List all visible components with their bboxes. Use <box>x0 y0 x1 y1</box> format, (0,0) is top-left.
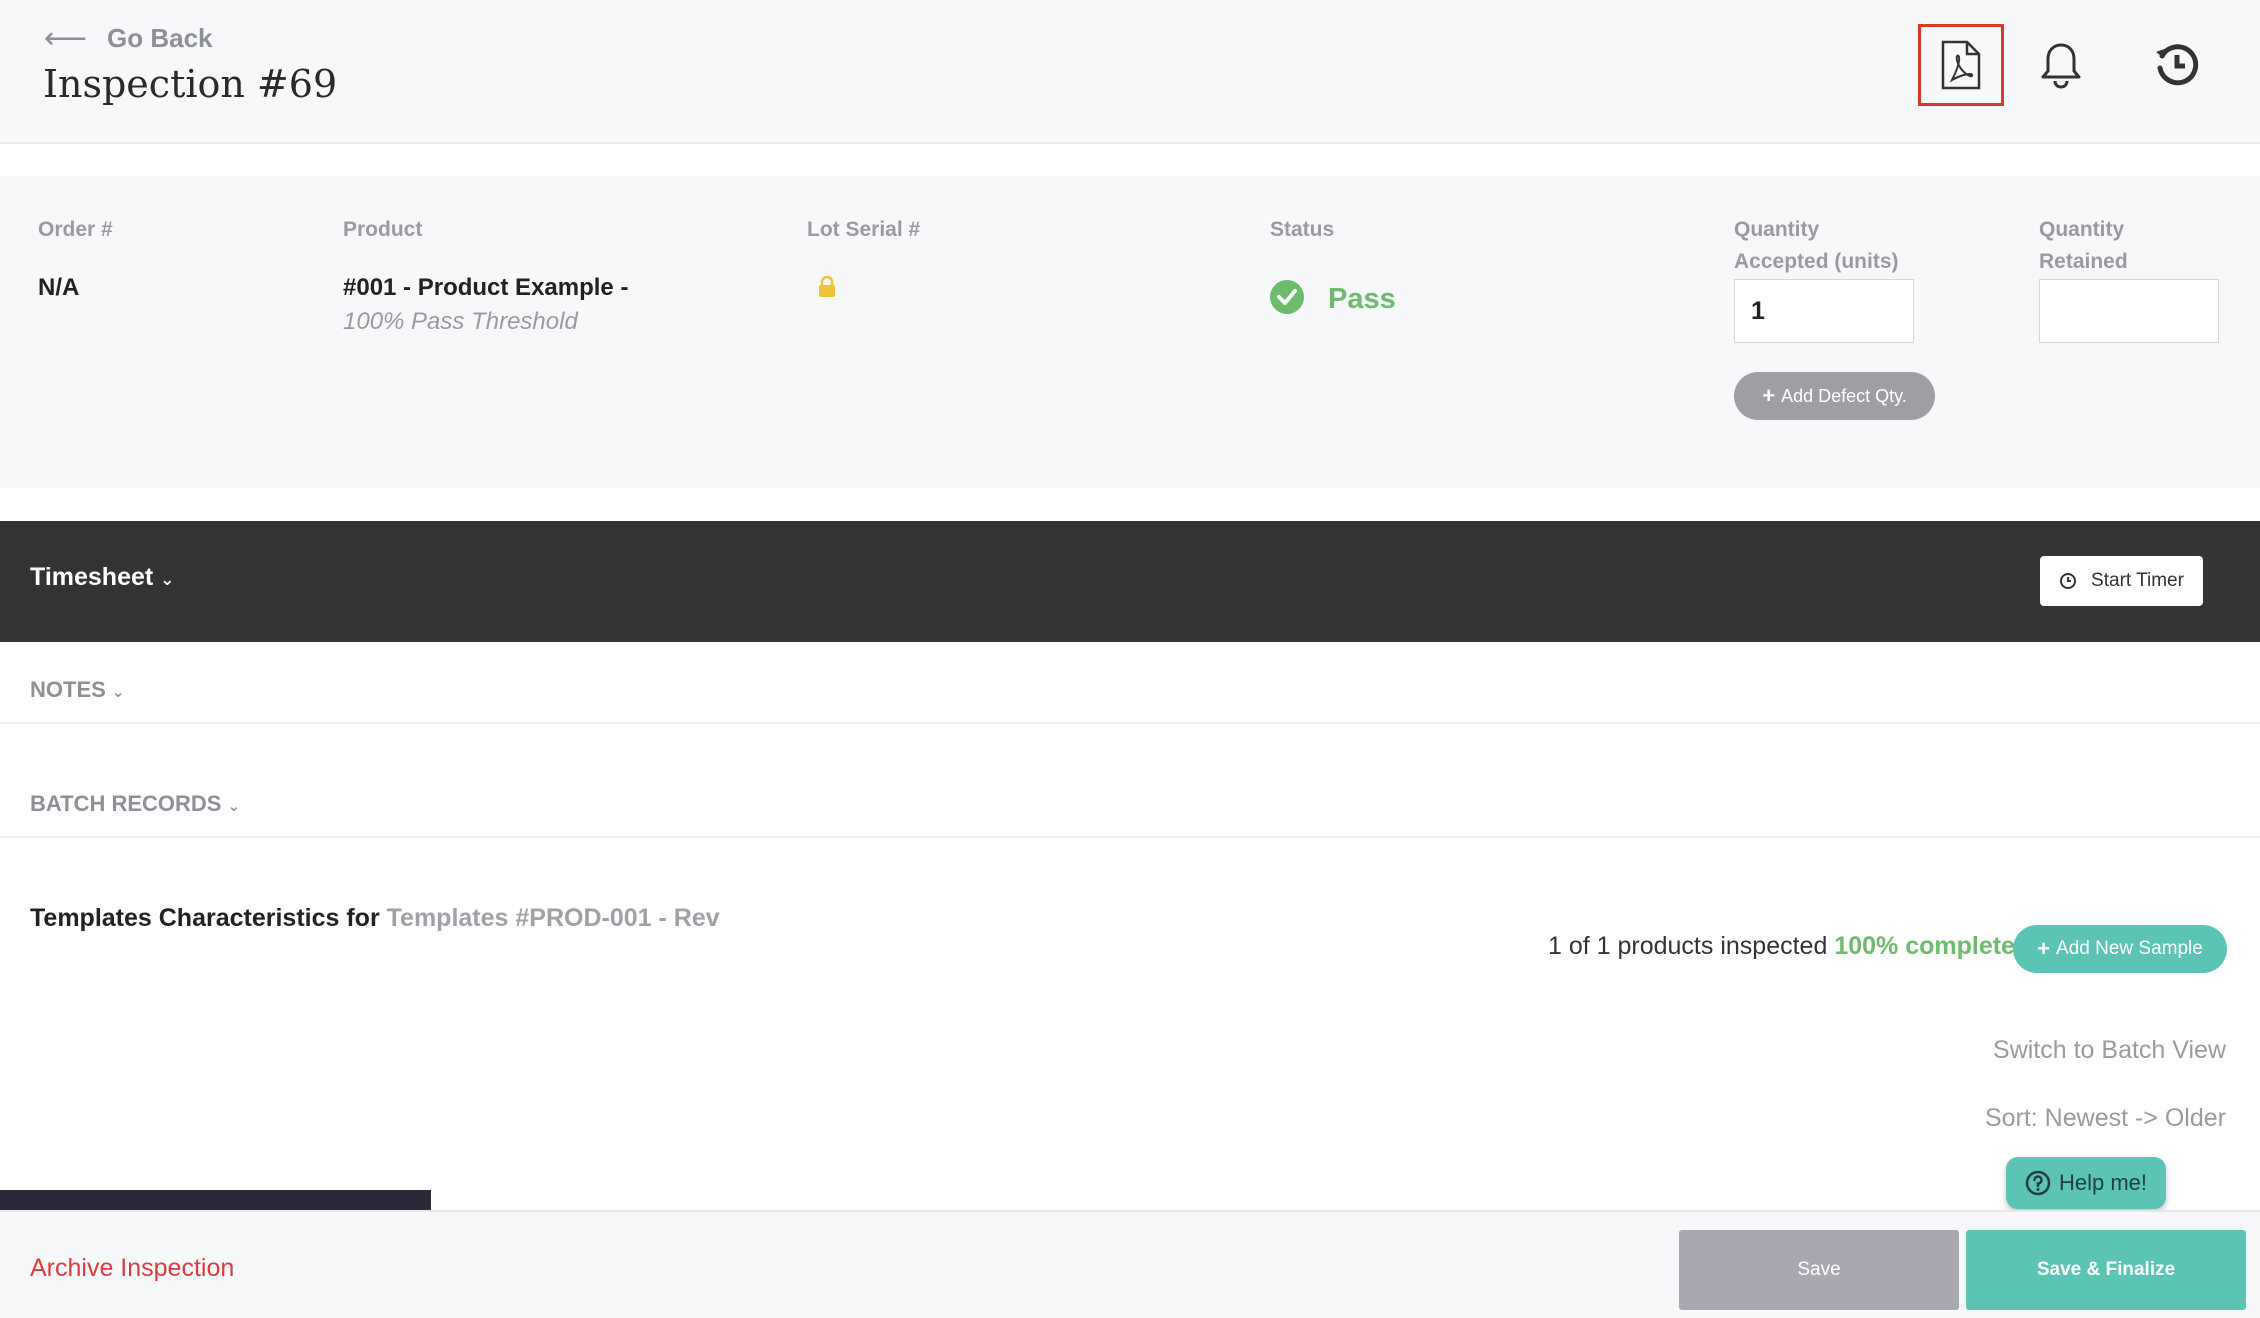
help-label: Help me! <box>2058 1170 2148 1195</box>
template-name: Templates #PROD-001 - Rev <box>386 904 720 932</box>
bell-icon <box>2041 43 2081 89</box>
save-finalize-button[interactable]: Save & Finalize <box>1966 1230 2246 1310</box>
go-back-link[interactable]: ⟵ Go Back <box>44 20 213 56</box>
chevron-down-icon: ⌄ <box>227 798 241 815</box>
product-label: Product <box>343 218 423 241</box>
notifications-button[interactable] <box>2018 24 2104 106</box>
templates-heading: Templates Characteristics for Templates … <box>30 904 720 933</box>
start-timer-button[interactable]: Start Timer <box>2040 556 2203 606</box>
order-value: N/A <box>38 274 80 301</box>
qty-retained-input[interactable] <box>2039 279 2219 343</box>
qty-retained-label: Quantity Retained <box>2039 214 2128 278</box>
add-defect-qty-button[interactable]: + Add Defect Qty. <box>1734 372 1935 420</box>
batch-records-toggle[interactable]: BATCH RECORDS ⌄ <box>30 791 240 817</box>
timesheet-toggle[interactable]: Timesheet ⌄ <box>30 563 174 592</box>
notes-toggle[interactable]: NOTES ⌄ <box>30 677 125 703</box>
plus-icon: + <box>1762 383 1776 408</box>
divider <box>0 836 2260 838</box>
status-value: Pass <box>1328 283 1396 315</box>
pdf-export-button[interactable] <box>1918 24 2004 106</box>
page-header: ⟵ Go Back Inspection #69 <box>0 0 2260 144</box>
archive-inspection-link[interactable]: Archive Inspection <box>30 1254 234 1283</box>
pdf-icon <box>1941 40 1981 90</box>
product-value: #001 - Product Example - <box>343 274 629 301</box>
clock-icon <box>2060 573 2077 589</box>
lot-serial-label: Lot Serial # <box>807 218 921 241</box>
history-button[interactable] <box>2134 24 2220 106</box>
divider <box>0 722 2260 724</box>
status-label: Status <box>1270 218 1335 241</box>
qty-accepted-label-line2: Accepted (units) <box>1734 250 1899 273</box>
batch-records-label: BATCH RECORDS <box>30 791 222 816</box>
sort-toggle[interactable]: Sort: Newest -> Older <box>1985 1104 2226 1133</box>
start-timer-label: Start Timer <box>2091 570 2184 591</box>
add-new-sample-button[interactable]: + Add New Sample <box>2013 925 2227 973</box>
progress-text: 1 of 1 products inspected <box>1548 932 1828 960</box>
qty-accepted-label-line1: Quantity <box>1734 218 1820 241</box>
save-button[interactable]: Save <box>1679 1230 1959 1310</box>
timesheet-bar: Timesheet ⌄ Start Timer <box>0 521 2260 642</box>
order-label: Order # <box>38 218 113 241</box>
qty-accepted-label: Quantity Accepted (units) <box>1734 214 1899 278</box>
lock-icon <box>819 276 835 297</box>
check-circle-icon <box>1270 280 1304 314</box>
page-title: Inspection #69 <box>43 62 338 106</box>
qty-accepted-input[interactable] <box>1734 279 1914 343</box>
templates-prefix: Templates Characteristics for <box>30 904 380 932</box>
qty-retained-label-line1: Quantity <box>2039 218 2125 241</box>
add-sample-label: Add New Sample <box>2056 938 2203 959</box>
progress-complete: 100% complete <box>1834 932 2015 960</box>
chevron-down-icon: ⌄ <box>111 684 125 701</box>
go-back-label: Go Back <box>107 22 213 53</box>
chevron-down-icon: ⌄ <box>160 570 175 589</box>
arrow-left-icon: ⟵ <box>44 21 88 55</box>
product-threshold: 100% Pass Threshold <box>343 308 578 335</box>
plus-icon: + <box>2037 936 2051 961</box>
help-button[interactable]: Help me! <box>2006 1157 2166 1209</box>
history-icon <box>2156 44 2199 86</box>
timesheet-title: Timesheet <box>30 563 154 591</box>
question-circle-icon <box>2025 1170 2051 1196</box>
inspection-summary <box>0 176 2260 488</box>
qty-retained-label-line2: Retained <box>2039 250 2128 273</box>
notes-label: NOTES <box>30 677 106 702</box>
switch-batch-view-link[interactable]: Switch to Batch View <box>1993 1036 2226 1065</box>
footer-bar: Archive Inspection Save Save & Finalize <box>0 1210 2260 1318</box>
inspection-progress: 1 of 1 products inspected 100% complete <box>1548 932 2015 961</box>
add-defect-label: Add Defect Qty. <box>1781 385 1907 406</box>
bottom-panel-edge <box>0 1190 431 1210</box>
